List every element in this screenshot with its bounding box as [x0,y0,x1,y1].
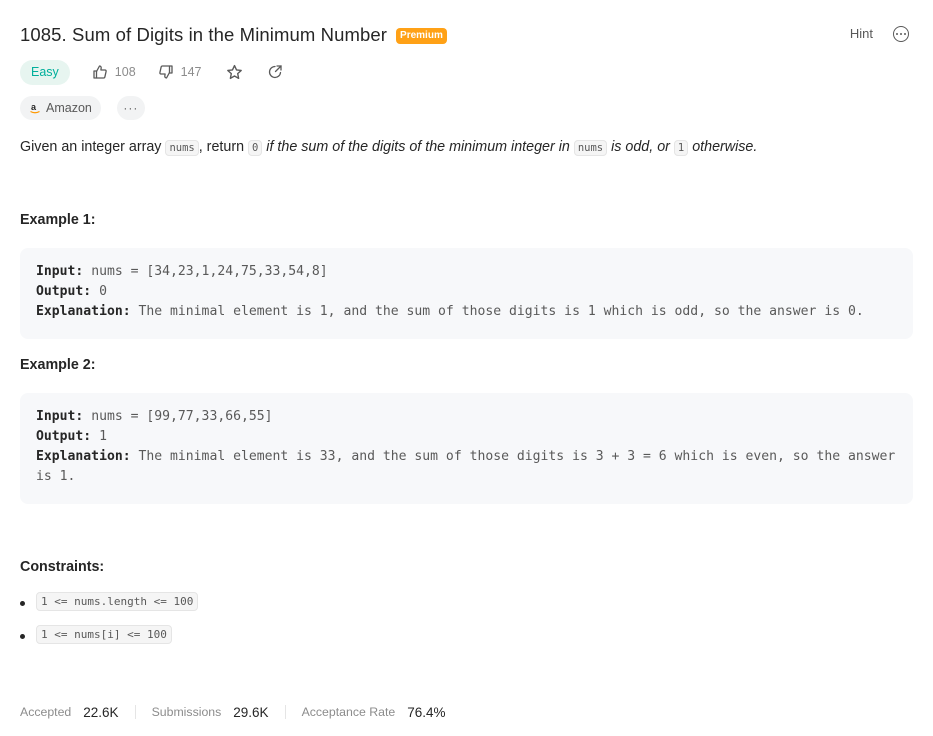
inline-code: 0 [248,140,263,156]
thumbs-up-icon [93,65,107,79]
example-2-box: Input: nums = [99,77,33,66,55] Output: 1… [20,393,913,504]
submissions-label: Submissions [151,705,222,719]
example-input: Input: nums = [99,77,33,66,55] [36,407,897,427]
title-row: 1085. Sum of Digits in the Minimum Numbe… [20,22,913,48]
explanation-label: Explanation: [36,449,131,464]
submission-stats: Accepted 22.6K Submissions 29.6K Accepta… [20,702,446,722]
desc-text: Given an integer array [20,139,166,155]
example-1-box: Input: nums = [34,23,1,24,75,33,54,8] Ou… [20,248,913,339]
accepted-label: Accepted [20,705,72,719]
explanation-value: The minimal element is 1, and the sum of… [130,304,864,319]
input-value: nums = [34,23,1,24,75,33,54,8] [83,264,328,279]
constraint-code: 1 <= nums[i] <= 100 [36,625,172,644]
divider [284,705,286,719]
premium-badge: Premium [396,28,447,44]
example-2-title: Example 2: [20,357,96,373]
like-count: 108 [114,65,136,79]
svg-text:a: a [31,102,37,112]
favorite-button[interactable] [226,64,243,81]
acceptance-rate-stat: Acceptance Rate 76.4% [302,705,446,720]
submissions-value: 29.6K [233,704,269,720]
company-name: Amazon [46,100,92,115]
company-tags: a Amazon ··· [20,95,145,120]
example-output: Output: 0 [36,282,897,302]
output-value: 0 [91,284,107,299]
inline-code: 1 [673,140,689,156]
difficulty-badge: Easy [20,59,70,85]
constraints-list: 1 <= nums.length <= 100 1 <= nums[i] <= … [20,592,199,658]
problem-description: Given an integer array nums, return 0 if… [20,135,757,160]
inline-code: nums [573,140,608,156]
explanation-value: The minimal element is 33, and the sum o… [36,449,904,484]
more-options-icon[interactable] [893,26,909,42]
output-value: 1 [91,429,107,444]
company-tag-amazon[interactable]: a Amazon [20,95,101,120]
submissions-stat: Submissions 29.6K [152,705,269,720]
constraint-item: 1 <= nums.length <= 100 [20,592,199,625]
accepted-stat: Accepted 22.6K [20,705,119,720]
star-icon [226,64,242,79]
example-explanation: Explanation: The minimal element is 1, a… [36,302,897,322]
output-label: Output: [36,284,92,299]
constraints-title: Constraints: [20,559,105,575]
constraint-item: 1 <= nums[i] <= 100 [20,625,198,658]
example-input: Input: nums = [34,23,1,24,75,33,54,8] [36,262,897,282]
divider [134,705,136,719]
desc-emphasis: otherwise. [688,139,758,155]
input-label: Input: [36,409,84,424]
output-label: Output: [36,429,92,444]
example-output: Output: 1 [36,427,897,447]
desc-text: , return [198,139,248,155]
thumbs-down-icon [158,65,173,79]
input-label: Input: [36,264,84,279]
share-button[interactable] [267,64,283,80]
meta-row: Easy 108 147 [20,59,283,85]
amazon-logo-icon: a [30,102,40,113]
desc-emphasis: is odd, or [607,139,674,155]
dislike-count: 147 [180,65,202,79]
constraint-code: 1 <= nums.length <= 100 [36,592,199,611]
problem-title[interactable]: 1085. Sum of Digits in the Minimum Numbe… [20,24,387,46]
inline-code: nums [165,140,199,156]
hint-button[interactable]: Hint [850,26,873,41]
example-explanation: Explanation: The minimal element is 33, … [36,447,897,487]
acceptance-rate-label: Acceptance Rate [301,705,396,719]
example-1-title: Example 1: [20,212,96,228]
more-companies-button[interactable]: ··· [116,95,145,120]
acceptance-rate-value: 76.4% [407,704,446,720]
dislike-button[interactable]: 147 [158,64,202,80]
like-button[interactable]: 108 [92,64,136,80]
share-icon [268,65,282,79]
input-value: nums = [99,77,33,66,55] [83,409,273,424]
explanation-label: Explanation: [36,304,131,319]
desc-emphasis: if the sum of the digits of the minimum … [262,139,574,155]
accepted-value: 22.6K [83,704,119,720]
